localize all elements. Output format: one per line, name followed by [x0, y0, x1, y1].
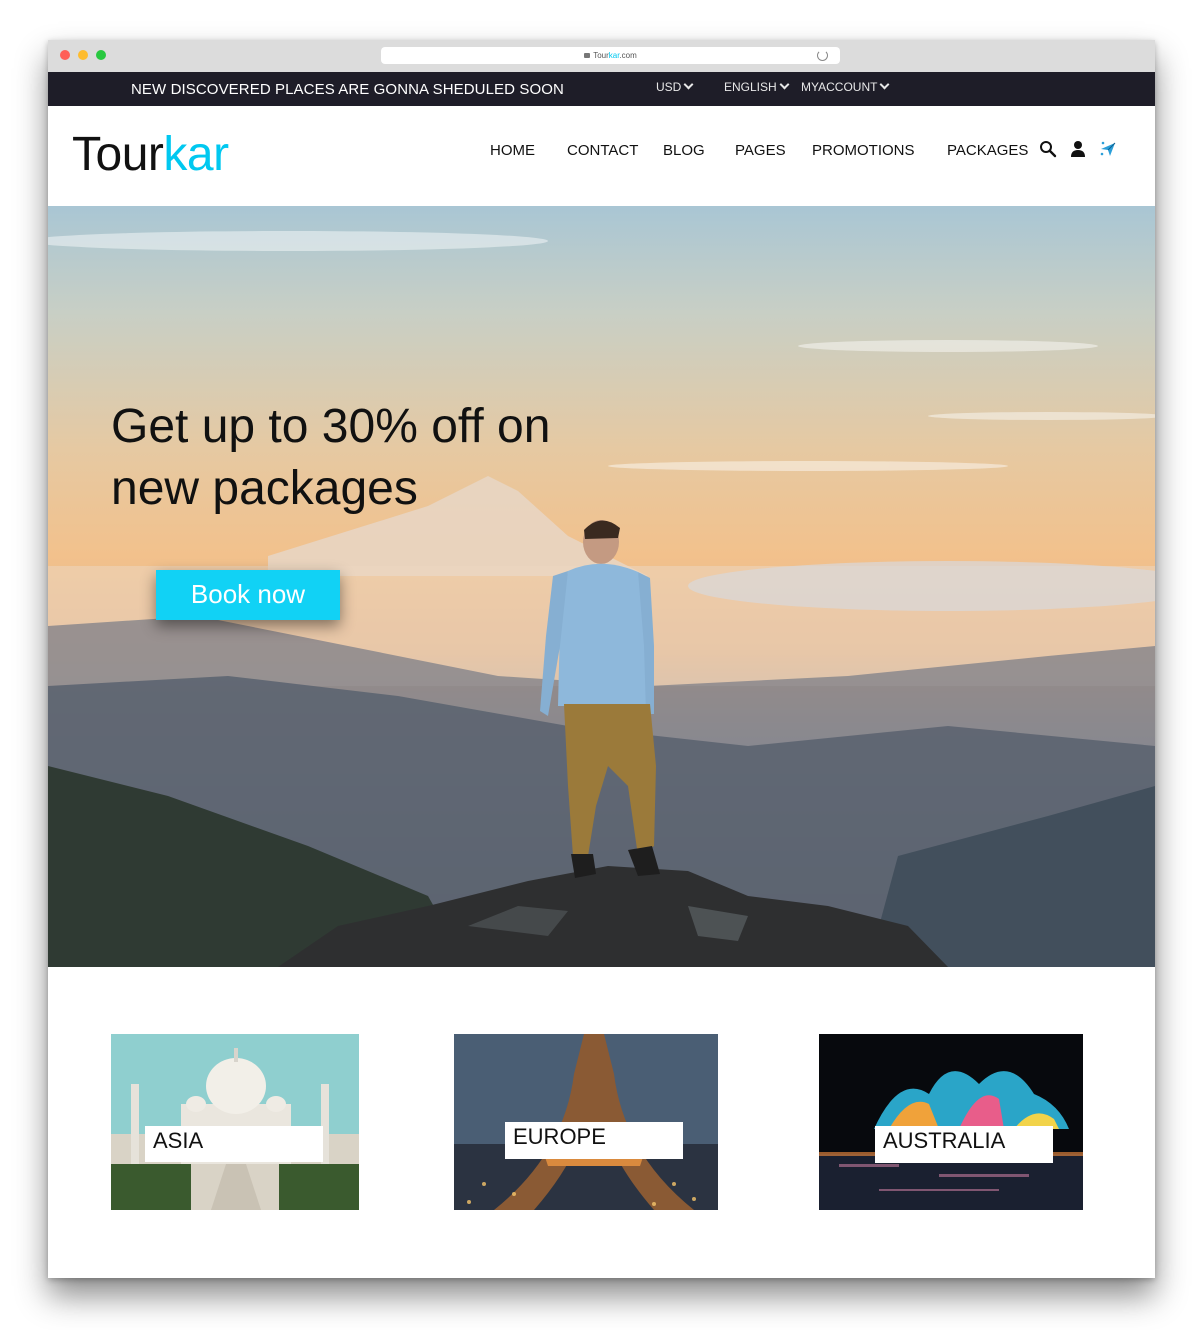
nav-pages[interactable]: PAGES — [735, 142, 786, 159]
logo-text-accent: kar — [163, 128, 229, 181]
close-window-button[interactable] — [60, 50, 70, 60]
lock-icon — [584, 53, 591, 58]
minimize-window-button[interactable] — [78, 50, 88, 60]
logo[interactable]: Tourkar — [72, 128, 229, 182]
url-tld: .com — [619, 51, 637, 60]
url-domain-accent: kar — [608, 51, 620, 60]
browser-chrome: Tourkar.com — [48, 40, 1155, 72]
destination-card-australia[interactable]: AUSTRALIA — [819, 1034, 1083, 1210]
reload-icon[interactable] — [817, 50, 828, 61]
url-domain-part: Tour — [593, 51, 609, 60]
logo-text: Tour — [72, 128, 164, 181]
site-header: Tourkar HOME CONTACT BLOG PAGES PROMOTIO… — [48, 106, 1155, 206]
chevron-down-icon — [779, 79, 790, 90]
destination-label: EUROPE — [505, 1122, 683, 1159]
destination-card-asia[interactable]: ASIA — [111, 1034, 359, 1210]
account-label: MYACCOUNT — [801, 80, 878, 94]
hero-headline: Get up to 30% off on new packages — [111, 400, 551, 515]
nav-blog[interactable]: BLOG — [663, 142, 705, 159]
australia-image — [819, 1034, 1083, 1210]
destination-label: ASIA — [145, 1126, 323, 1162]
account-select[interactable]: MYACCOUNT — [801, 79, 890, 94]
nav-promotions[interactable]: PROMOTIONS — [812, 142, 915, 159]
chevron-down-icon — [880, 79, 890, 90]
url-text: Tourkar.com — [381, 50, 840, 61]
browser-window: Tourkar.com NEW DISCOVERED PLACES ARE GO… — [48, 40, 1155, 1278]
top-bar: NEW DISCOVERED PLACES ARE GONNA SHEDULED… — [48, 72, 1155, 106]
nav-contact[interactable]: CONTACT — [567, 142, 638, 159]
announcement-text: NEW DISCOVERED PLACES ARE GONNA SHEDULED… — [131, 81, 564, 98]
currency-label: USD — [656, 80, 682, 94]
search-icon[interactable] — [1039, 140, 1057, 158]
language-label: ENGLISH — [724, 80, 777, 94]
chevron-down-icon — [683, 79, 694, 90]
plane-icon[interactable] — [1099, 140, 1117, 158]
maximize-window-button[interactable] — [96, 50, 106, 60]
currency-select[interactable]: USD — [656, 79, 694, 94]
nav-packages[interactable]: PACKAGES — [947, 142, 1028, 159]
hero-banner: Get up to 30% off on new packages Book n… — [48, 206, 1155, 967]
language-select[interactable]: ENGLISH — [724, 79, 790, 94]
address-bar[interactable]: Tourkar.com — [381, 47, 840, 64]
nav-home[interactable]: HOME — [490, 142, 535, 159]
asia-image — [111, 1034, 359, 1210]
user-icon[interactable] — [1069, 140, 1087, 158]
book-now-button[interactable]: Book now — [156, 570, 340, 620]
destination-label: AUSTRALIA — [875, 1126, 1053, 1163]
destination-card-europe[interactable]: EUROPE — [454, 1034, 718, 1210]
